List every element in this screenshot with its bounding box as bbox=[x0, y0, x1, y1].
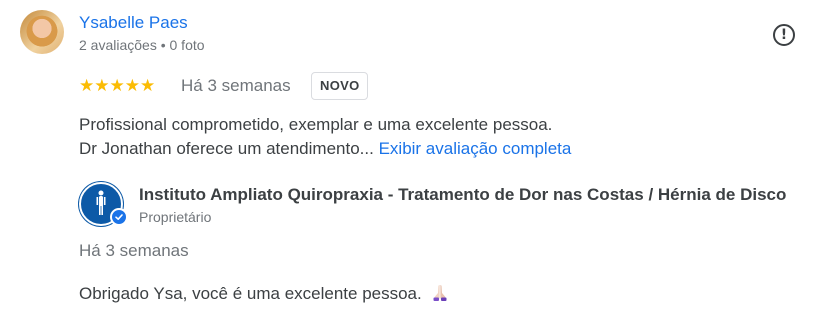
reply-text: Obrigado Ysa, você é uma excelente pesso… bbox=[79, 282, 450, 305]
show-full-review-link[interactable]: Exibir avaliação completa bbox=[379, 139, 572, 158]
owner-name[interactable]: Instituto Ampliato Quiropraxia - Tratame… bbox=[139, 184, 786, 206]
review-text-excerpt: Dr Jonathan oferece um atendimento... bbox=[79, 139, 374, 158]
star-rating: ★★★★★ bbox=[79, 76, 156, 95]
reviewer-name[interactable]: Ysabelle Paes bbox=[79, 12, 188, 34]
reply-text-content: Obrigado Ysa, você é uma excelente pesso… bbox=[79, 284, 422, 303]
reviewer-meta: 2 avaliações • 0 foto bbox=[79, 37, 205, 53]
review-text-line2: Dr Jonathan oferece um atendimento... Ex… bbox=[79, 138, 571, 160]
reviewer-avatar[interactable] bbox=[20, 10, 64, 54]
owner-role: Proprietário bbox=[139, 209, 212, 225]
praying-hands-icon bbox=[433, 285, 447, 301]
review-text-line1: Profissional comprometido, exemplar e um… bbox=[79, 115, 553, 134]
report-button[interactable]: ! bbox=[773, 24, 795, 46]
review-date: Há 3 semanas bbox=[181, 76, 291, 95]
verified-check-icon bbox=[110, 208, 128, 226]
owner-logo-figure-icon bbox=[96, 190, 106, 215]
reply-date: Há 3 semanas bbox=[79, 241, 189, 260]
report-icon: ! bbox=[780, 27, 788, 43]
new-badge: NOVO bbox=[311, 72, 369, 100]
